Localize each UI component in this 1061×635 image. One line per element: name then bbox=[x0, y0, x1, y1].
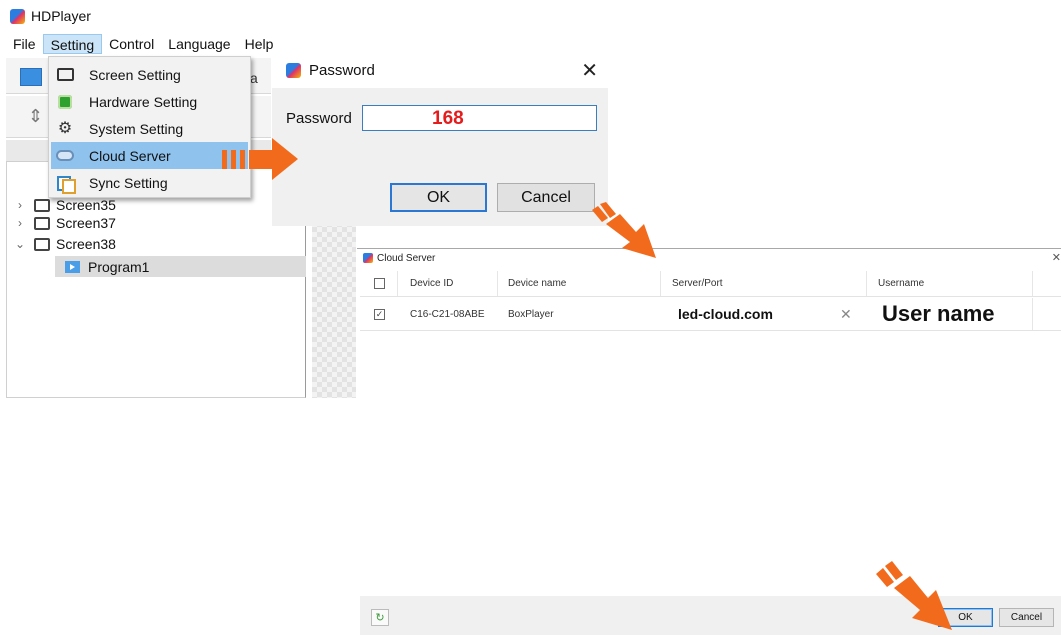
column-header-server-port[interactable]: Server/Port bbox=[672, 271, 723, 296]
tree-item-label: Program1 bbox=[88, 258, 150, 275]
username-input[interactable]: User name bbox=[882, 301, 995, 327]
menu-item-label: System Setting bbox=[89, 120, 184, 137]
password-cancel-button[interactable]: Cancel bbox=[497, 183, 595, 212]
menu-language[interactable]: Language bbox=[161, 34, 237, 54]
monitor-icon bbox=[34, 198, 50, 212]
cloud-server-titlebar: Cloud Server ✕ bbox=[357, 249, 1061, 267]
refresh-icon[interactable]: ↻ bbox=[371, 609, 389, 626]
cloud-server-title: Cloud Server bbox=[377, 252, 436, 264]
cell-device-id: C16-C21-08ABE bbox=[410, 308, 485, 320]
column-header-device-id[interactable]: Device ID bbox=[410, 271, 453, 296]
tree-item-label: Screen35 bbox=[56, 197, 116, 213]
app-title: HDPlayer bbox=[31, 8, 91, 24]
column-header-device-name[interactable]: Device name bbox=[508, 271, 566, 296]
close-icon[interactable]: ✕ bbox=[581, 58, 598, 83]
toolbar-partial-label: a bbox=[250, 70, 258, 86]
menu-help[interactable]: Help bbox=[238, 34, 281, 54]
clear-icon[interactable]: ✕ bbox=[840, 306, 852, 323]
hdplayer-logo-icon bbox=[286, 62, 301, 78]
program-button[interactable] bbox=[20, 68, 42, 86]
tree-item-program1[interactable]: Program1 bbox=[55, 256, 306, 277]
arrow-to-server-port-icon bbox=[592, 202, 656, 258]
menu-item-label: Sync Setting bbox=[89, 174, 168, 191]
sync-icon bbox=[57, 175, 76, 194]
password-dialog-titlebar: Password ✕ bbox=[272, 52, 608, 88]
gear-icon: ⚙ bbox=[57, 119, 73, 137]
menu-file[interactable]: File bbox=[6, 34, 43, 54]
arrow-to-ok-icon bbox=[876, 561, 952, 630]
arrow-to-password-icon bbox=[222, 138, 298, 180]
table-header: Device ID Device name Server/Port Userna… bbox=[360, 271, 1061, 297]
monitor-icon bbox=[56, 68, 74, 81]
hdplayer-logo-icon bbox=[363, 253, 373, 263]
column-header-username[interactable]: Username bbox=[878, 271, 924, 296]
menu-item-cloud-server[interactable]: Cloud Server bbox=[51, 142, 248, 169]
chip-icon bbox=[58, 94, 72, 109]
hdplayer-logo-icon bbox=[10, 8, 25, 24]
cell-device-name: BoxPlayer bbox=[508, 308, 554, 320]
menu-setting[interactable]: Setting bbox=[42, 34, 103, 54]
monitor-icon bbox=[34, 216, 50, 230]
cloud-icon bbox=[56, 150, 74, 161]
password-dialog-title: Password bbox=[309, 61, 375, 79]
monitor-icon bbox=[34, 237, 50, 251]
server-port-input[interactable]: led-cloud.com bbox=[678, 306, 773, 322]
menu-item-hardware-setting[interactable]: Hardware Setting bbox=[51, 88, 248, 115]
tree-item-screen37[interactable]: › Screen37 bbox=[12, 212, 116, 234]
menu-item-label: Hardware Setting bbox=[89, 93, 198, 110]
cloud-server-cancel-button[interactable]: Cancel bbox=[999, 608, 1054, 627]
chevron-right-icon[interactable]: › bbox=[12, 216, 28, 230]
menubar: File Setting Control Language Help bbox=[6, 34, 280, 54]
password-ok-button[interactable]: OK bbox=[390, 183, 487, 212]
chevron-down-icon[interactable]: ⌄ bbox=[12, 237, 28, 251]
close-icon[interactable]: ✕ bbox=[1052, 251, 1061, 264]
password-label: Password bbox=[286, 110, 352, 127]
canvas-preview bbox=[312, 222, 356, 398]
menu-item-sync-setting[interactable]: Sync Setting bbox=[51, 169, 248, 196]
program-icon bbox=[65, 260, 80, 273]
app-titlebar: HDPlayer bbox=[10, 6, 91, 26]
select-all-checkbox[interactable] bbox=[374, 278, 385, 289]
move-icon[interactable]: ⇕ bbox=[28, 106, 43, 127]
setting-menu: Screen Setting Hardware Setting ⚙ System… bbox=[48, 56, 251, 198]
menu-item-system-setting[interactable]: ⚙ System Setting bbox=[51, 115, 248, 142]
tree-item-label: Screen37 bbox=[56, 215, 116, 231]
row-checkbox[interactable]: ✓ bbox=[374, 308, 385, 320]
menu-item-label: Cloud Server bbox=[89, 147, 171, 164]
menu-control[interactable]: Control bbox=[102, 34, 161, 54]
table-row[interactable]: ✓ C16-C21-08ABE BoxPlayer led-cloud.com … bbox=[360, 298, 1061, 331]
chevron-right-icon[interactable]: › bbox=[12, 198, 28, 212]
password-value: 168 bbox=[432, 108, 464, 129]
menu-item-label: Screen Setting bbox=[89, 66, 181, 83]
tree-item-label: Screen38 bbox=[56, 236, 116, 252]
password-dialog: Password ✕ Password 168 OK Cancel bbox=[272, 52, 608, 226]
password-input[interactable] bbox=[362, 105, 597, 131]
tree-item-screen38[interactable]: ⌄ Screen38 bbox=[12, 233, 116, 255]
menu-item-screen-setting[interactable]: Screen Setting bbox=[51, 61, 248, 88]
